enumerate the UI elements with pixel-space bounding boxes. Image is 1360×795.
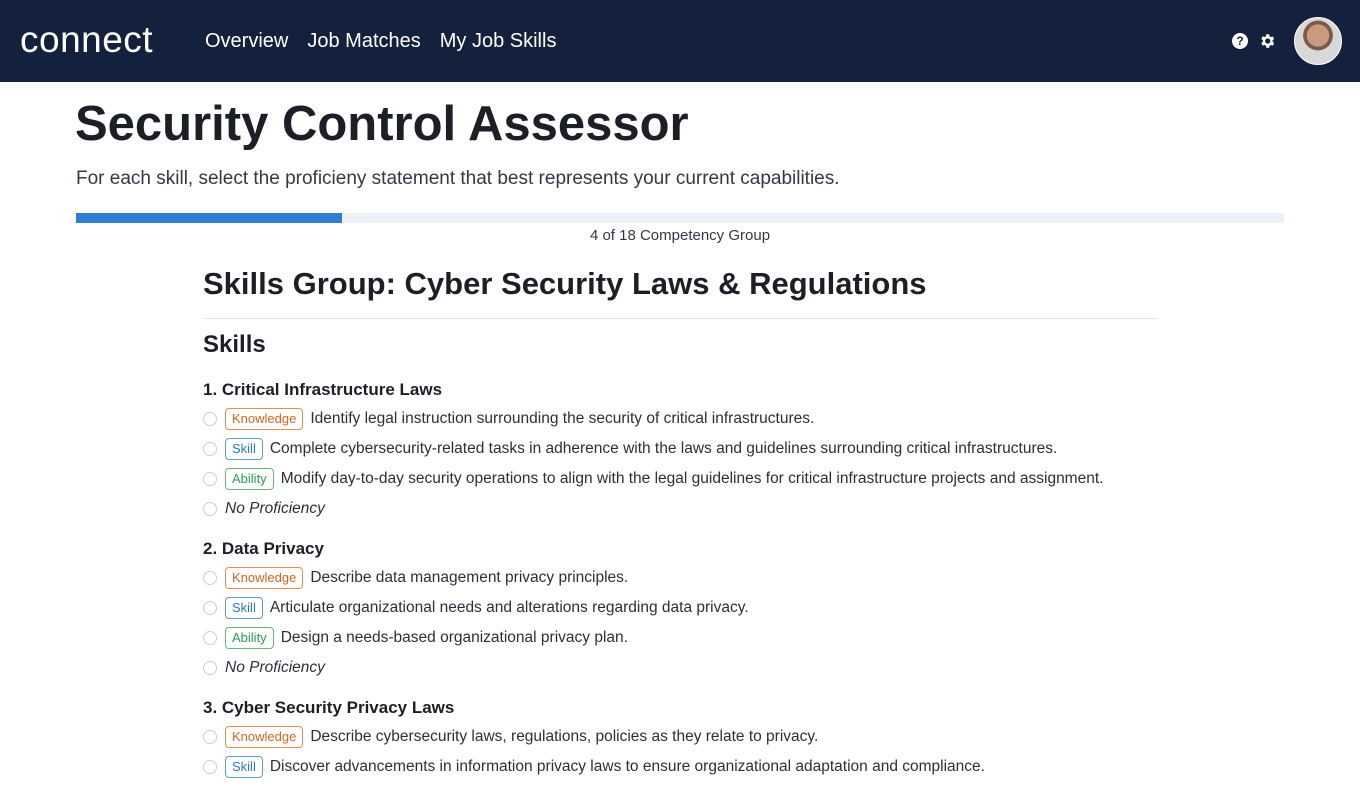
skill-title: 1. Critical Infrastructure Laws	[203, 380, 443, 399]
ability-tag: Ability	[225, 627, 274, 649]
skill-cyber-security-privacy-laws: 3. Cyber Security Privacy Laws Knowledge…	[203, 696, 1203, 782]
proficiency-option-skill[interactable]: Skill Discover advancements in informati…	[203, 752, 1203, 782]
main-nav: Overview Job Matches My Job Skills	[205, 28, 556, 54]
knowledge-tag: Knowledge	[225, 408, 304, 430]
radio-button[interactable]	[203, 601, 217, 615]
skill-critical-infrastructure-laws: 1. Critical Infrastructure Laws Knowledg…	[203, 378, 1203, 524]
skill-tag: Skill	[225, 597, 263, 619]
proficiency-option-none[interactable]: No Proficiency	[203, 494, 1203, 524]
proficiency-option-knowledge[interactable]: Knowledge Describe data management priva…	[203, 563, 1203, 593]
skill-tag: Skill	[225, 756, 263, 778]
connect-logo[interactable]: connect	[20, 16, 153, 64]
ability-tag: Ability	[225, 468, 274, 490]
help-icon[interactable]: ?	[1232, 33, 1248, 49]
radio-button[interactable]	[203, 571, 217, 585]
proficiency-option-none[interactable]: No Proficiency	[203, 653, 1203, 683]
nav-my-job-skills[interactable]: My Job Skills	[440, 28, 557, 54]
option-text: No Proficiency	[225, 659, 325, 676]
option-text: Describe cybersecurity laws, regulations…	[310, 728, 819, 745]
skills-list: 1. Critical Infrastructure Laws Knowledg…	[203, 378, 1203, 795]
option-text: Complete cybersecurity-related tasks in …	[269, 440, 1058, 457]
option-text: No Proficiency	[225, 500, 325, 517]
option-text: Articulate organizational needs and alte…	[269, 599, 749, 616]
skill-data-privacy: 2. Data Privacy Knowledge Describe data …	[203, 537, 1203, 683]
nav-overview[interactable]: Overview	[205, 28, 288, 54]
option-text: Identify legal instruction surrounding t…	[310, 410, 815, 427]
radio-button[interactable]	[203, 661, 217, 675]
page-instructions: For each skill, select the proficieny st…	[76, 168, 840, 189]
proficiency-option-ability[interactable]: Ability Design a needs-based organizatio…	[203, 623, 1203, 653]
radio-button[interactable]	[203, 730, 217, 744]
skill-tag: Skill	[225, 438, 263, 460]
skill-title: 3. Cyber Security Privacy Laws	[203, 698, 455, 717]
top-navigation-bar: connect Overview Job Matches My Job Skil…	[0, 0, 1360, 82]
radio-button[interactable]	[203, 472, 217, 486]
option-text: Discover advancements in information pri…	[269, 758, 985, 775]
progress-text: 4 of 18 Competency Group	[589, 227, 771, 244]
gear-icon[interactable]	[1258, 32, 1276, 50]
option-text: Modify day-to-day security operations to…	[280, 470, 1104, 487]
proficiency-option-knowledge[interactable]: Knowledge Identify legal instruction sur…	[203, 404, 1203, 434]
proficiency-option-skill[interactable]: Skill Articulate organizational needs an…	[203, 593, 1203, 623]
radio-button[interactable]	[203, 631, 217, 645]
radio-button[interactable]	[203, 760, 217, 774]
radio-button[interactable]	[203, 442, 217, 456]
header-actions: ?	[1232, 17, 1342, 65]
skills-group-title: Skills Group: Cyber Security Laws & Regu…	[203, 266, 927, 301]
proficiency-option-skill[interactable]: Skill Complete cybersecurity-related tas…	[203, 434, 1203, 464]
progress-bar-fill	[76, 213, 342, 223]
radio-button[interactable]	[203, 502, 217, 516]
page-title: Security Control Assessor	[75, 97, 689, 151]
nav-job-matches[interactable]: Job Matches	[307, 28, 420, 54]
section-divider	[203, 318, 1158, 319]
proficiency-option-ability[interactable]: Ability Modify day-to-day security opera…	[203, 464, 1203, 494]
radio-button[interactable]	[203, 412, 217, 426]
knowledge-tag: Knowledge	[225, 726, 304, 748]
knowledge-tag: Knowledge	[225, 567, 304, 589]
option-text: Describe data management privacy princip…	[310, 569, 629, 586]
option-text: Design a needs-based organizational priv…	[280, 629, 628, 646]
skills-heading: Skills	[203, 331, 266, 358]
skill-title: 2. Data Privacy	[203, 539, 324, 558]
progress-bar	[76, 213, 1284, 223]
user-avatar[interactable]	[1294, 17, 1342, 65]
proficiency-option-knowledge[interactable]: Knowledge Describe cybersecurity laws, r…	[203, 722, 1203, 752]
